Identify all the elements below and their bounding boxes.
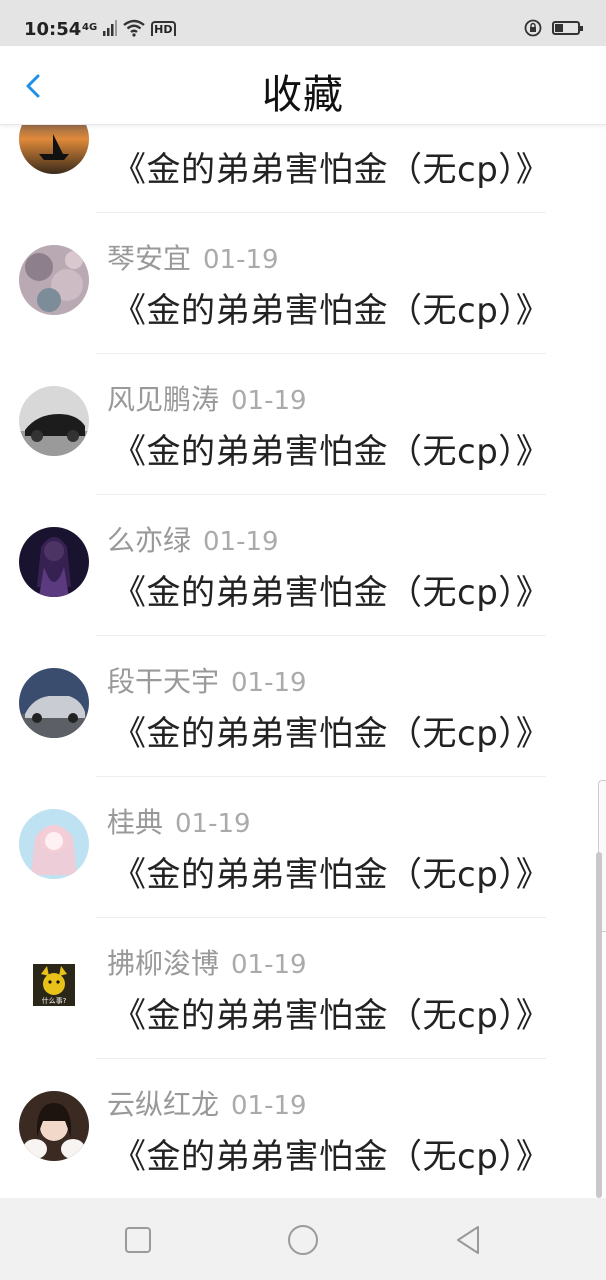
- rotation-lock-icon: [524, 19, 542, 37]
- page-title: 收藏: [262, 72, 344, 118]
- item-username: 拂柳浚博: [107, 947, 220, 980]
- status-icons-right: [524, 19, 583, 37]
- scrollbar[interactable]: [596, 852, 602, 1198]
- signal-icon: [103, 20, 118, 36]
- status-bar: 10:54 4G HD: [0, 0, 606, 46]
- avatar-caption: 什么事?: [42, 996, 67, 1005]
- item-title: 《金的弟弟害怕金（无cp）》: [112, 573, 551, 613]
- circle-home-icon: [288, 1225, 318, 1255]
- list-item[interactable]: 《金的弟弟害怕金（无cp）》: [0, 124, 606, 213]
- list-item[interactable]: 琴安宜 01-19 《金的弟弟害怕金（无cp）》: [0, 213, 606, 354]
- status-time: 10:54: [24, 19, 82, 40]
- item-date: 01-19: [231, 1091, 307, 1121]
- avatar: 什么事?: [19, 950, 89, 1020]
- avatar: [19, 1091, 89, 1161]
- avatar: [19, 245, 89, 315]
- triangle-back-icon: [457, 1226, 479, 1254]
- item-date: 01-19: [203, 527, 279, 557]
- avatar: [19, 668, 89, 738]
- list-item[interactable]: 桂典 01-19 《金的弟弟害怕金（无cp）》: [0, 777, 606, 918]
- item-title: 《金的弟弟害怕金（无cp）》: [112, 855, 551, 895]
- list-item[interactable]: 风见鹏涛 01-19 《金的弟弟害怕金（无cp）》: [0, 354, 606, 495]
- list-item[interactable]: 段干天宇 01-19 《金的弟弟害怕金（无cp）》: [0, 636, 606, 777]
- item-username: 么亦绿: [107, 524, 192, 557]
- hd-label: HD: [154, 22, 173, 36]
- item-meta: 拂柳浚博 01-19: [107, 942, 307, 982]
- item-title: 《金的弟弟害怕金（无cp）》: [112, 1137, 551, 1177]
- system-nav-bar: [0, 1198, 606, 1280]
- list-item[interactable]: 么亦绿 01-19 《金的弟弟害怕金（无cp）》: [0, 495, 606, 636]
- avatar: [19, 809, 89, 879]
- item-title: 《金的弟弟害怕金（无cp）》: [112, 432, 551, 472]
- item-meta: 么亦绿 01-19: [107, 519, 279, 559]
- item-date: 01-19: [231, 950, 307, 980]
- item-title: 《金的弟弟害怕金（无cp）》: [112, 996, 551, 1036]
- item-meta: 桂典 01-19: [107, 801, 251, 841]
- home-button[interactable]: [283, 1220, 323, 1260]
- battery-level: [555, 24, 563, 32]
- item-username: 云纵红龙: [107, 1088, 220, 1121]
- page: 10:54 4G HD 收藏 《金的弟弟害怕金（无cp）》 琴安宜 01-19 …: [0, 0, 606, 1280]
- network-icon: 4G: [82, 23, 97, 33]
- list-item[interactable]: 什么事? 拂柳浚博 01-19 《金的弟弟害怕金（无cp）》: [0, 918, 606, 1059]
- battery-icon: [552, 21, 583, 35]
- hd-icon: HD: [151, 20, 176, 36]
- wifi-icon: [123, 19, 145, 37]
- avatar: [19, 386, 89, 456]
- item-title: 《金的弟弟害怕金（无cp）》: [112, 150, 551, 190]
- item-username: 风见鹏涛: [107, 383, 220, 416]
- item-date: 01-19: [203, 245, 279, 275]
- item-date: 01-19: [175, 809, 251, 839]
- list-item[interactable]: 云纵红龙 01-19 《金的弟弟害怕金（无cp）》: [0, 1059, 606, 1198]
- nav-back-button[interactable]: [448, 1220, 488, 1260]
- item-title: 《金的弟弟害怕金（无cp）》: [112, 291, 551, 331]
- item-username: 桂典: [107, 806, 164, 839]
- item-meta: 段干天宇 01-19: [107, 660, 307, 700]
- item-meta: 琴安宜 01-19: [107, 237, 279, 277]
- square-icon: [125, 1227, 151, 1253]
- favorites-list: 《金的弟弟害怕金（无cp）》 琴安宜 01-19 《金的弟弟害怕金（无cp）》: [0, 124, 606, 1198]
- app-header: 收藏: [0, 46, 606, 125]
- item-title: 《金的弟弟害怕金（无cp）》: [112, 714, 551, 754]
- item-meta: 风见鹏涛 01-19: [107, 378, 307, 418]
- item-date: 01-19: [231, 668, 307, 698]
- item-date: 01-19: [231, 386, 307, 416]
- avatar: [19, 527, 89, 597]
- item-meta: 云纵红龙 01-19: [107, 1083, 307, 1123]
- network-label: 4G: [82, 22, 98, 33]
- item-username: 琴安宜: [107, 242, 192, 275]
- status-icons-left: 4G HD: [82, 19, 176, 37]
- avatar: [19, 124, 89, 174]
- recents-button[interactable]: [118, 1220, 158, 1260]
- item-username: 段干天宇: [107, 665, 220, 698]
